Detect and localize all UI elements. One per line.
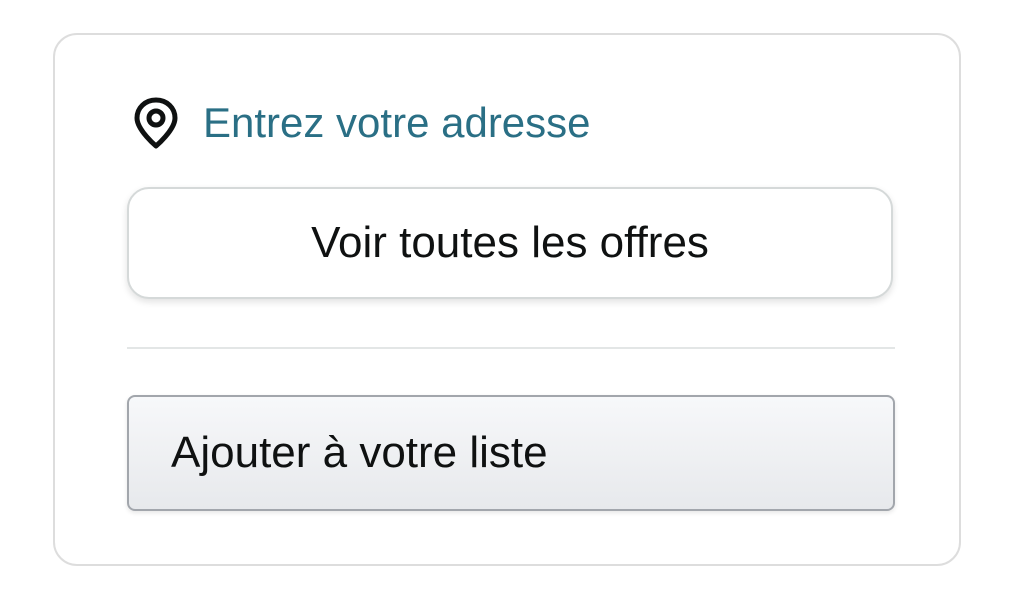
see-all-offers-button[interactable]: Voir toutes les offres <box>127 187 893 299</box>
divider <box>127 347 895 349</box>
add-to-list-button[interactable]: Ajouter à votre liste <box>127 395 895 511</box>
see-all-offers-label: Voir toutes les offres <box>311 218 709 267</box>
location-pin-icon <box>133 95 181 151</box>
address-link-label[interactable]: Entrez votre adresse <box>203 102 591 144</box>
buy-box-card: Entrez votre adresse Voir toutes les off… <box>53 33 961 566</box>
add-to-list-label: Ajouter à votre liste <box>171 428 548 477</box>
delivery-address-link[interactable]: Entrez votre adresse <box>133 93 591 153</box>
